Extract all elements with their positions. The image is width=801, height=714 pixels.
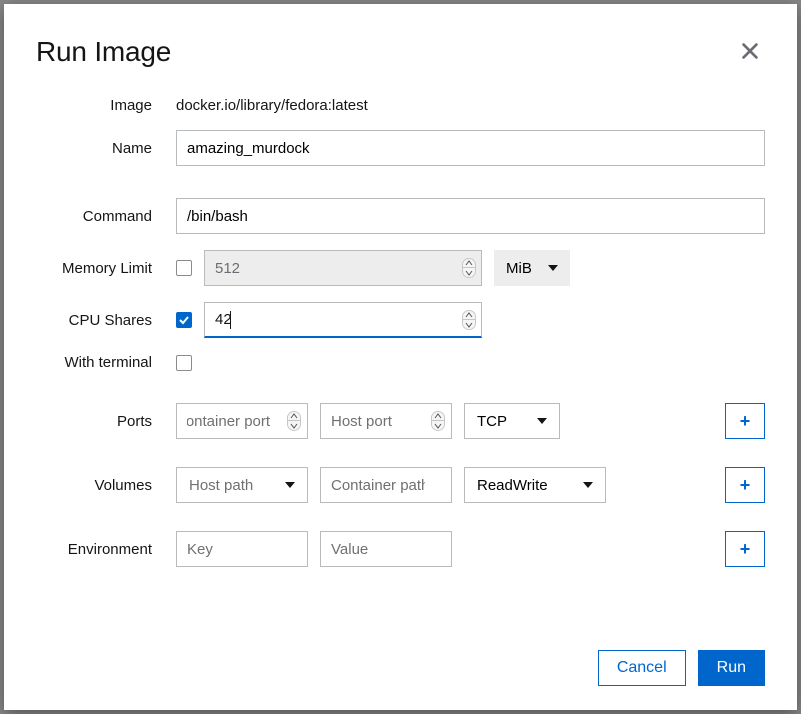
memory-limit-checkbox[interactable]: [176, 260, 192, 276]
name-input[interactable]: [176, 130, 765, 166]
cpu-spin-up[interactable]: [463, 311, 475, 320]
label-name: Name: [36, 140, 176, 157]
modal-footer: Cancel Run: [36, 626, 765, 686]
label-with-terminal: With terminal: [36, 354, 176, 371]
env-value-input[interactable]: [321, 532, 451, 566]
chevron-down-icon: [583, 482, 593, 488]
label-command: Command: [36, 208, 176, 225]
container-port-spin[interactable]: [287, 411, 301, 431]
memory-spin-buttons[interactable]: [462, 258, 476, 278]
chevron-down-icon: [285, 482, 295, 488]
label-memory-limit: Memory Limit: [36, 260, 176, 277]
row-cpu-shares: CPU Shares 42: [36, 302, 765, 338]
row-volumes: Volumes Host path ReadWrite +: [36, 467, 765, 503]
label-image: Image: [36, 97, 176, 114]
row-name: Name: [36, 130, 765, 166]
cpu-spin-buttons[interactable]: [462, 310, 476, 330]
env-key-input[interactable]: [177, 532, 307, 566]
env-value-wrap: [320, 531, 452, 567]
close-button[interactable]: [735, 36, 765, 69]
text-caret: [230, 311, 231, 329]
volume-mode-select[interactable]: ReadWrite: [464, 467, 606, 503]
cpu-spin-down[interactable]: [463, 320, 475, 329]
spin-down[interactable]: [288, 421, 300, 430]
host-port-spin[interactable]: [431, 411, 445, 431]
row-environment: Environment +: [36, 531, 765, 567]
row-ports: Ports TCP: [36, 403, 765, 439]
plus-icon: +: [740, 411, 751, 432]
row-with-terminal: With terminal: [36, 354, 765, 371]
add-volume-button[interactable]: +: [725, 467, 765, 503]
protocol-value: TCP: [477, 413, 507, 430]
form-body: Image docker.io/library/fedora:latest Na…: [36, 97, 765, 583]
container-port-wrap: [176, 403, 308, 439]
row-command: Command: [36, 198, 765, 234]
plus-icon: +: [740, 475, 751, 496]
env-key-wrap: [176, 531, 308, 567]
label-ports: Ports: [36, 413, 176, 430]
command-input[interactable]: [176, 198, 765, 234]
plus-icon: +: [740, 539, 751, 560]
memory-unit-value: MiB: [506, 260, 532, 277]
add-port-button[interactable]: +: [725, 403, 765, 439]
label-environment: Environment: [36, 541, 176, 558]
close-icon: [739, 40, 761, 62]
host-path-placeholder: Host path: [189, 477, 253, 494]
add-env-button[interactable]: +: [725, 531, 765, 567]
container-path-wrap: [320, 467, 452, 503]
modal-title: Run Image: [36, 36, 171, 68]
host-port-wrap: [320, 403, 452, 439]
row-memory-limit: Memory Limit MiB: [36, 250, 765, 286]
host-path-select[interactable]: Host path: [176, 467, 308, 503]
volume-mode-value: ReadWrite: [477, 477, 548, 494]
cpu-shares-checkbox[interactable]: [176, 312, 192, 328]
cancel-button[interactable]: Cancel: [598, 650, 686, 686]
row-image: Image docker.io/library/fedora:latest: [36, 97, 765, 114]
label-cpu-shares: CPU Shares: [36, 312, 176, 329]
spin-up[interactable]: [288, 412, 300, 421]
run-image-modal: Run Image Image docker.io/library/fedora…: [4, 4, 797, 710]
label-volumes: Volumes: [36, 477, 176, 494]
modal-header: Run Image: [36, 36, 765, 69]
chevron-down-icon: [537, 418, 547, 424]
run-button[interactable]: Run: [698, 650, 765, 686]
memory-spin-up[interactable]: [463, 259, 475, 268]
cpu-shares-input[interactable]: 42: [204, 302, 482, 338]
protocol-select[interactable]: TCP: [464, 403, 560, 439]
image-value: docker.io/library/fedora:latest: [176, 97, 368, 114]
memory-spin-down[interactable]: [463, 268, 475, 277]
cpu-shares-spinner-wrap: 42: [204, 302, 482, 338]
memory-unit-select[interactable]: MiB: [494, 250, 570, 286]
with-terminal-checkbox[interactable]: [176, 355, 192, 371]
spin-up[interactable]: [432, 412, 444, 421]
memory-limit-spinner-wrap: [204, 250, 482, 286]
check-icon: [178, 314, 190, 326]
chevron-down-icon: [548, 265, 558, 271]
spin-down[interactable]: [432, 421, 444, 430]
container-path-input[interactable]: [321, 468, 451, 502]
memory-limit-input[interactable]: [204, 250, 482, 286]
